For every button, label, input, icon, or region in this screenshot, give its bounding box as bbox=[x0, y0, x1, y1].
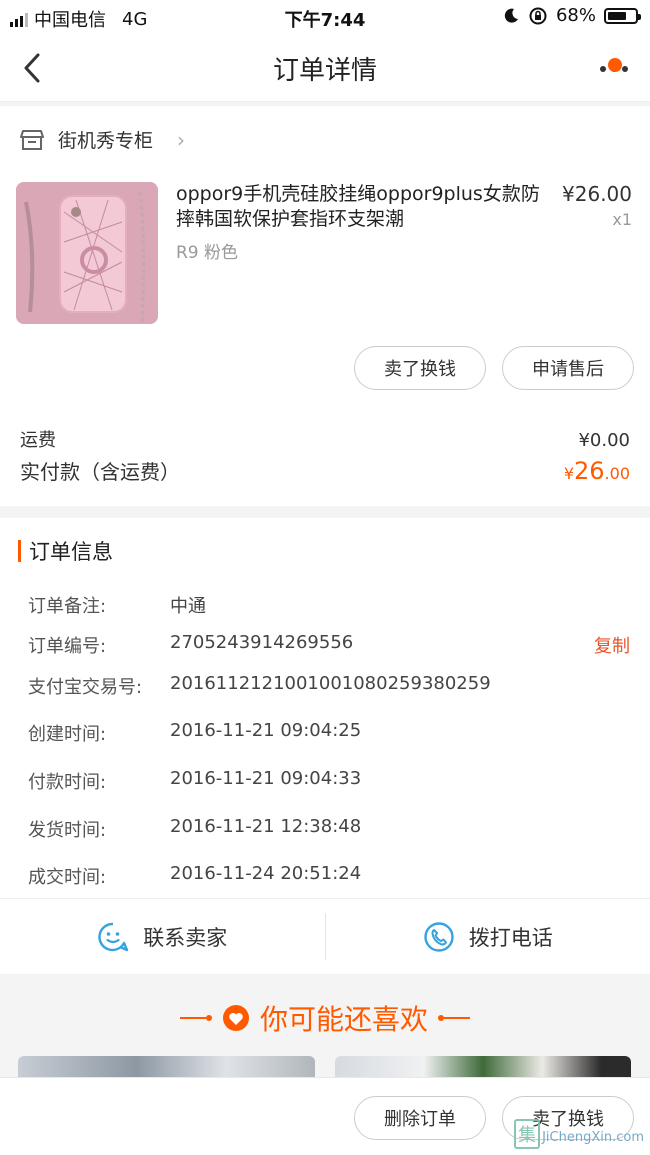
order-note-row: 订单备注: 中通 bbox=[28, 592, 630, 617]
bottom-action-bar: 删除订单 卖了换钱 集 JiChengXin.com bbox=[0, 1077, 650, 1155]
decor-line-right bbox=[438, 1015, 470, 1021]
watermark-badge: 集 bbox=[514, 1119, 541, 1149]
status-right: 68% bbox=[502, 5, 641, 26]
alipay-trade-row: 支付宝交易号: 2016112121001001080259380259 bbox=[28, 673, 630, 698]
contact-seller-label: 联系卖家 bbox=[143, 925, 228, 950]
battery-fill bbox=[608, 11, 626, 20]
info-value: 2016-11-21 09:04:33 bbox=[170, 768, 362, 789]
heart-icon bbox=[222, 1005, 249, 1031]
product-price: ¥26.00 bbox=[562, 182, 632, 206]
decor-line-left bbox=[179, 1015, 212, 1021]
info-label: 订单编号: bbox=[28, 636, 107, 657]
battery-percent: 68% bbox=[555, 5, 596, 26]
chevron-right-icon: › bbox=[177, 127, 186, 152]
info-label: 创建时间: bbox=[28, 724, 107, 745]
aftersale-button[interactable]: 申请售后 bbox=[502, 346, 634, 390]
info-value: 2016-11-21 09:04:25 bbox=[170, 720, 362, 741]
phone-case-image bbox=[16, 182, 158, 324]
store-icon bbox=[20, 129, 44, 150]
call-phone-button[interactable]: 拨打电话 bbox=[326, 899, 650, 974]
total-label: 实付款（含运费） bbox=[20, 460, 180, 484]
order-info-header: 订单信息 bbox=[18, 538, 113, 564]
recommend-title: 你可能还喜欢 bbox=[259, 1003, 428, 1036]
store-name: 街机秀专柜 bbox=[58, 130, 154, 152]
info-value: 中通 bbox=[170, 596, 206, 617]
battery-icon bbox=[604, 7, 641, 24]
product-quantity: x1 bbox=[612, 210, 632, 229]
store-link[interactable]: 街机秀专柜 › bbox=[20, 126, 185, 153]
total-amount: ¥26.00 bbox=[564, 457, 630, 485]
order-info-title: 订单信息 bbox=[29, 540, 113, 564]
copy-order-number-button[interactable]: 复制 bbox=[594, 632, 630, 658]
contact-bar: 联系卖家 拨打电话 bbox=[0, 898, 650, 974]
total-decimal: .00 bbox=[604, 464, 630, 483]
product-title[interactable]: oppor9手机壳硅胶挂绳oppor9plus女款防摔韩国软保护套指环支架潮 bbox=[176, 182, 548, 232]
status-bar: 中国电信 4G 下午7:44 68% bbox=[0, 0, 650, 34]
product-sku: R9 粉色 bbox=[176, 243, 239, 263]
completed-time-row: 成交时间: 2016-11-24 20:51:24 bbox=[28, 863, 630, 888]
order-item-card: 街机秀专柜 › oppor9手机壳硅胶挂绳oppor9plus女款防摔韩国软保护… bbox=[0, 106, 650, 506]
call-phone-label: 拨打电话 bbox=[468, 925, 553, 950]
total-currency: ¥ bbox=[563, 464, 574, 483]
nav-bar: 订单详情 bbox=[0, 34, 650, 102]
notification-dot bbox=[608, 58, 622, 72]
rotation-lock-icon bbox=[529, 7, 547, 24]
page-title: 订单详情 bbox=[272, 56, 377, 86]
sell-item-button[interactable]: 卖了换钱 bbox=[354, 346, 486, 390]
info-label: 成交时间: bbox=[28, 867, 107, 888]
info-label: 发货时间: bbox=[28, 820, 107, 841]
info-value: 2016112121001001080259380259 bbox=[170, 673, 491, 694]
shipped-time-row: 发货时间: 2016-11-21 12:38:48 bbox=[28, 816, 630, 841]
shipping-label: 运费 bbox=[20, 430, 56, 451]
total-integer: 26 bbox=[574, 457, 605, 485]
contact-seller-button[interactable]: 联系卖家 bbox=[0, 899, 325, 974]
shipping-value: ¥0.00 bbox=[578, 430, 630, 451]
info-label: 支付宝交易号: bbox=[28, 677, 143, 698]
delete-order-button[interactable]: 删除订单 bbox=[354, 1096, 486, 1140]
order-info-card: 订单信息 订单备注: 中通 订单编号: 2705243914269556 复制 … bbox=[0, 518, 650, 898]
created-time-row: 创建时间: 2016-11-21 09:04:25 bbox=[28, 720, 630, 745]
phone-icon bbox=[424, 921, 454, 952]
section-accent-bar bbox=[18, 540, 21, 562]
info-label: 订单备注: bbox=[28, 596, 107, 617]
info-label: 付款时间: bbox=[28, 772, 107, 793]
recommend-header: 你可能还喜欢 bbox=[0, 998, 650, 1038]
chat-smile-icon bbox=[98, 922, 129, 951]
watermark-text: JiChengXin.com bbox=[542, 1130, 644, 1145]
total-row: 实付款（含运费） ¥26.00 bbox=[20, 456, 630, 485]
info-value: 2016-11-24 20:51:24 bbox=[170, 863, 362, 884]
order-number-value: 2705243914269556 bbox=[170, 632, 354, 653]
info-value: 2016-11-21 12:38:48 bbox=[170, 816, 362, 837]
shipping-row: 运费 ¥0.00 bbox=[20, 426, 630, 452]
paid-time-row: 付款时间: 2016-11-21 09:04:33 bbox=[28, 768, 630, 793]
moon-icon bbox=[504, 8, 518, 23]
order-number-row: 订单编号: 2705243914269556 复制 bbox=[28, 632, 630, 658]
site-watermark: 集 JiChengXin.com bbox=[514, 1119, 644, 1149]
more-button[interactable] bbox=[596, 50, 632, 84]
more-dots-icon bbox=[600, 66, 606, 72]
product-image[interactable] bbox=[16, 182, 158, 324]
